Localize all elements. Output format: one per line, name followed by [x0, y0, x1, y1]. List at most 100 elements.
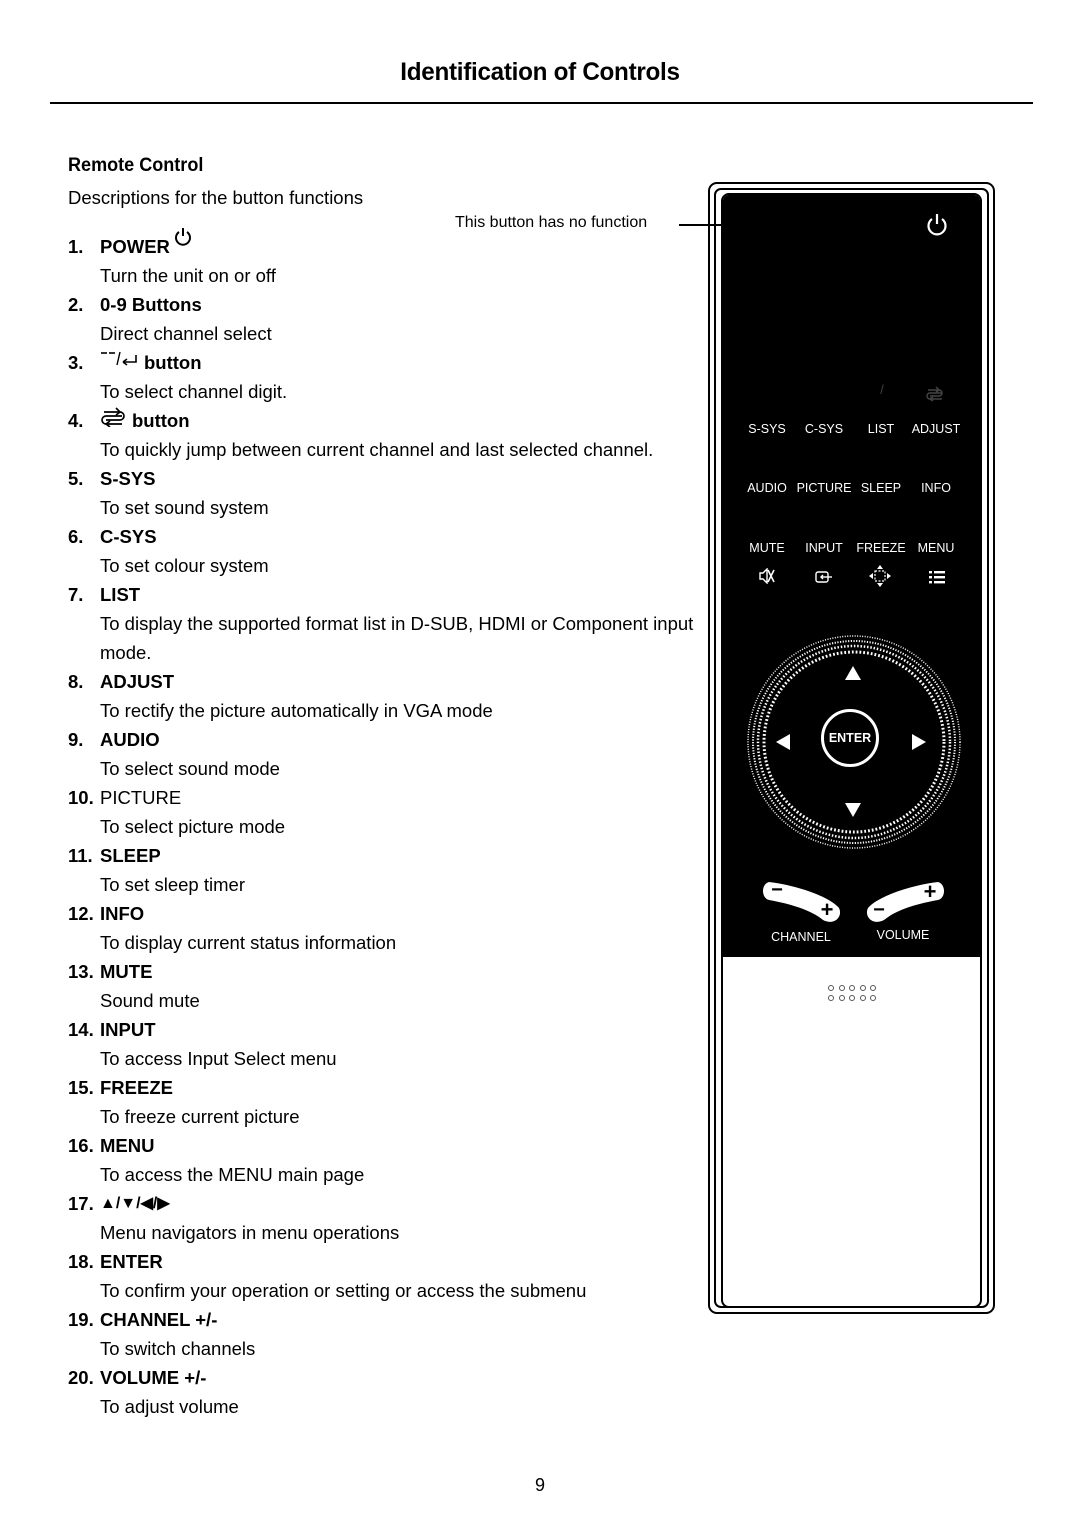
item-description: Menu navigators in menu operations: [100, 1222, 400, 1243]
swap-icon[interactable]: [926, 386, 944, 407]
list-item: 4. button To quickly jump between curren…: [68, 406, 718, 464]
freeze-icon: [869, 565, 891, 592]
mute-icon: [758, 567, 776, 589]
channel-plus[interactable]: +: [821, 897, 834, 923]
list-item: 8. ADJUST To rectify the picture automati…: [68, 667, 718, 725]
enter-button[interactable]: ENTER: [821, 709, 879, 767]
item-number: 9.: [68, 729, 84, 750]
list-item: 15. FREEZE To freeze current picture: [68, 1073, 718, 1131]
sensor-holes: [828, 985, 880, 1001]
item-number: 11.: [68, 845, 93, 866]
item-number: 19.: [68, 1309, 94, 1330]
item-description: To adjust volume: [100, 1396, 239, 1417]
item-name: INFO: [100, 903, 145, 924]
volume-minus[interactable]: −: [873, 899, 885, 922]
item-description: To set sleep timer: [100, 874, 245, 895]
sleep-button[interactable]: SLEEP: [861, 481, 901, 495]
item-number: 4.: [68, 410, 84, 431]
item-description: To switch channels: [100, 1338, 256, 1359]
item-name: MUTE: [100, 961, 153, 982]
list-item: 14. INPUT To access Input Select menu: [68, 1015, 718, 1073]
item-name: MENU: [100, 1135, 155, 1156]
info-button[interactable]: INFO: [921, 481, 951, 495]
channel-minus[interactable]: −: [771, 879, 783, 902]
list-button[interactable]: LIST: [868, 422, 894, 436]
arrow-down-button[interactable]: [845, 803, 861, 822]
item-number: 15.: [68, 1077, 94, 1098]
item-number: 16.: [68, 1135, 94, 1156]
item-number: 2.: [68, 294, 84, 315]
item-name: INPUT: [100, 1019, 156, 1040]
item-name: FREEZE: [100, 1077, 173, 1098]
audio-button[interactable]: AUDIO: [747, 481, 787, 495]
item-name: ENTER: [100, 1251, 163, 1272]
power-icon[interactable]: [925, 213, 949, 242]
arrow-right-button[interactable]: [912, 734, 926, 755]
input-button[interactable]: INPUT: [805, 541, 843, 555]
list-item: 16. MENU To access the MENU main page: [68, 1131, 718, 1189]
title-rule: [50, 102, 1033, 104]
freeze-button[interactable]: FREEZE: [856, 541, 905, 555]
dash-return-button[interactable]: /: [880, 383, 883, 397]
page-number: 9: [534, 1475, 545, 1495]
picture-button[interactable]: PICTURE: [797, 481, 852, 495]
arrow-left-button[interactable]: [776, 734, 790, 755]
volume-plus[interactable]: +: [924, 879, 937, 905]
item-name: S-SYS: [100, 468, 156, 489]
list-item: 13. MUTE Sound mute: [68, 957, 718, 1015]
item-description: Sound mute: [100, 990, 200, 1011]
menu-button[interactable]: MENU: [918, 541, 955, 555]
item-name: LIST: [100, 584, 141, 605]
list-item: 17. ▲/▼/◀/▶ Menu navigators in menu opera…: [68, 1189, 718, 1247]
item-name: SLEEP: [100, 845, 161, 866]
s-sys-button[interactable]: S-SYS: [748, 422, 786, 436]
remote-control-illustration: / S-SYS C-SYS LIST ADJUST AUDIO PICTURE …: [721, 193, 982, 1308]
item-number: 18.: [68, 1251, 94, 1272]
item-number: 8.: [68, 671, 84, 692]
item-number: 17.: [68, 1193, 94, 1214]
item-description: To display current status information: [100, 932, 397, 953]
input-icon: [815, 570, 833, 589]
no-function-note: This button has no function: [455, 214, 648, 231]
dash-return-icon: [100, 348, 140, 377]
power-icon: [173, 226, 193, 261]
enter-label: ENTER: [828, 731, 872, 745]
item-description: To access the MENU main page: [100, 1164, 365, 1185]
item-name: VOLUME +/-: [100, 1367, 207, 1388]
item-number: 20.: [68, 1367, 94, 1388]
intro-text: Descriptions for the button functions: [68, 187, 364, 208]
arrow-up-button[interactable]: [845, 666, 861, 685]
item-description: To set colour system: [100, 555, 269, 576]
item-description: To select sound mode: [100, 758, 280, 779]
item-name: CHANNEL +/-: [100, 1309, 218, 1330]
list-item: 12. INFO To display current status inform…: [68, 899, 718, 957]
list-item: 11. SLEEP To set sleep timer: [68, 841, 718, 899]
item-number: 5.: [68, 468, 84, 489]
item-name: POWER: [100, 236, 170, 257]
item-description: To set sound system: [100, 497, 269, 518]
item-name: AUDIO: [100, 729, 160, 750]
item-number: 3.: [68, 352, 84, 373]
item-name: button: [132, 410, 190, 431]
item-number: 14.: [68, 1019, 94, 1040]
c-sys-button[interactable]: C-SYS: [805, 422, 843, 436]
item-name: button: [144, 352, 202, 373]
remote-button-panel: / S-SYS C-SYS LIST ADJUST AUDIO PICTURE …: [723, 195, 980, 957]
item-description: To freeze current picture: [100, 1106, 300, 1127]
item-number: 7.: [68, 584, 84, 605]
item-name: ▲/▼/◀/▶: [100, 1195, 170, 1212]
item-name: 0-9 Buttons: [100, 294, 202, 315]
item-description: Turn the unit on or off: [100, 265, 276, 286]
item-description: To select picture mode: [100, 816, 286, 837]
item-name: C-SYS: [100, 526, 157, 547]
item-number: 1.: [68, 236, 84, 257]
item-number: 6.: [68, 526, 84, 547]
channel-label: CHANNEL: [771, 930, 831, 944]
adjust-button[interactable]: ADJUST: [912, 422, 961, 436]
item-description: To quickly jump between current channel …: [100, 439, 654, 460]
list-item: 3. button To select channel digit.: [68, 348, 718, 406]
item-description: To select channel digit.: [100, 381, 288, 402]
list-item: 19. CHANNEL +/- To switch channels: [68, 1305, 718, 1363]
button-description-list: 1. POWER Turn the unit on or off 2. 0-9 Bu…: [68, 228, 718, 1421]
mute-button[interactable]: MUTE: [749, 541, 784, 555]
